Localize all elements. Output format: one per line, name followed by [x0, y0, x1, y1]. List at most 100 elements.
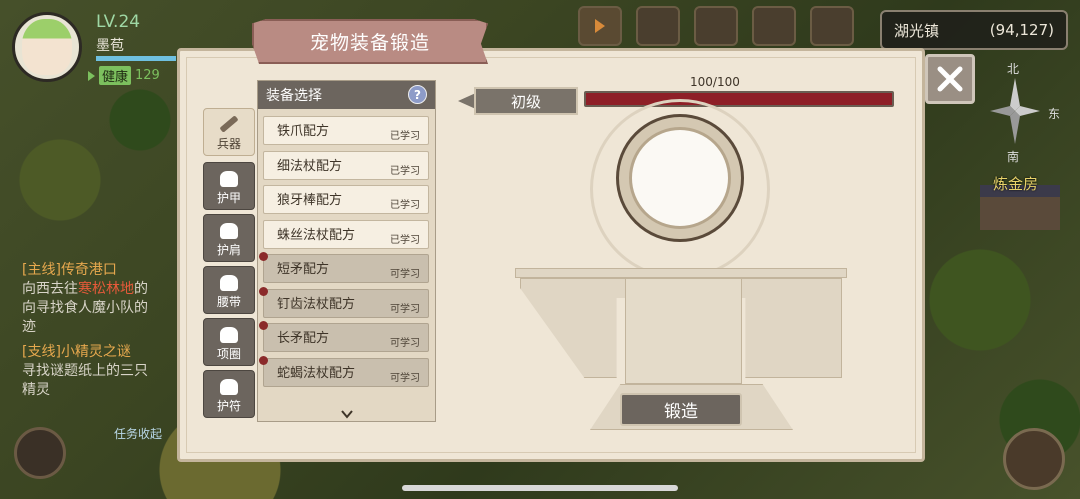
tab-armor-label: 护甲: [216, 191, 241, 205]
forge-slot[interactable]: [629, 127, 731, 229]
progress-text: 100/100: [690, 75, 740, 89]
tab-belt[interactable]: 腰带: [203, 266, 255, 314]
combat-menu-button[interactable]: [694, 6, 738, 46]
new-dot-icon: [259, 321, 268, 330]
skill-menu-button[interactable]: [752, 6, 796, 46]
new-dot-icon: [259, 355, 268, 365]
menu-toggle-button[interactable]: [578, 6, 622, 46]
recipe-status: 可学习: [390, 269, 420, 280]
weapon-icon: [219, 115, 239, 133]
home-indicator: [402, 485, 678, 491]
belt-icon: [220, 275, 238, 291]
recipe-item[interactable]: 蛛丝法杖配方 已学习: [263, 219, 429, 249]
recipe-status: 可学习: [390, 303, 420, 315]
recipe-list-panel[interactable]: 装备选择 ? 铁爪配方 已学习 细法杖配方 已学习 狼牙棒配方 已学习 蛛丝法杖配方 已学习短…: [257, 80, 436, 422]
tab-amulet-label: 护符: [216, 399, 241, 413]
tab-weapon[interactable]: 兵器: [203, 108, 255, 156]
anvil-top: [515, 268, 847, 278]
side-quest-desc-line2: 精灵: [22, 382, 50, 398]
recipe-name: 长矛配方: [277, 331, 330, 346]
main-quest-tag: [主线]: [22, 262, 61, 278]
player-avatar[interactable]: [12, 12, 82, 82]
shop-menu-button[interactable]: [810, 6, 854, 46]
tab-amulet[interactable]: 护符: [203, 370, 255, 418]
armor-icon: [220, 171, 238, 187]
play-arrow-icon: [595, 19, 605, 33]
tab-armor[interactable]: 护甲: [203, 162, 255, 210]
tab-shoulder[interactable]: 护肩: [203, 214, 255, 262]
new-dot-icon: [259, 286, 268, 296]
quest-collapse-button[interactable]: 任务收起: [114, 425, 162, 442]
recipe-item[interactable]: 长矛配方 可学习: [259, 321, 429, 352]
recipe-status: 已学习: [390, 200, 420, 211]
help-icon[interactable]: ?: [408, 85, 427, 104]
main-quest-desc-line3: 迹: [22, 319, 36, 335]
progress-fill: [586, 93, 892, 105]
player-name: 墨苞: [96, 38, 124, 54]
forge-button[interactable]: 锻造: [620, 393, 742, 426]
recipe-list-header: 装备选择 ?: [258, 81, 435, 109]
anvil-stem: [625, 278, 742, 384]
location-name: 湖光镇: [894, 21, 940, 40]
recipe-name: 钉齿法杖配方: [277, 296, 356, 312]
amulet-icon: [220, 379, 238, 395]
compass: 北 东 南: [980, 60, 1060, 180]
quest-tracker[interactable]: [主线]传奇港口 向西去往寒松林地的 向寻找食人魔小队的 迹 [支线]小精灵之谜…: [22, 261, 182, 400]
tab-weapon-label: 兵器: [216, 137, 241, 151]
recipe-name: 细法杖配方: [277, 158, 343, 174]
top-menu-bar: [578, 6, 878, 46]
compass-north: 北: [1007, 62, 1020, 76]
recipe-name: 蛇蝎法杖配方: [277, 365, 356, 381]
location-display[interactable]: 湖光镇 (94,127): [880, 10, 1068, 50]
main-quest-title: 传奇港口: [60, 262, 117, 278]
chevron-down-icon[interactable]: [340, 407, 354, 421]
player-level: LV.24: [96, 12, 141, 32]
close-button[interactable]: [925, 54, 975, 104]
recipe-status: 可学习: [390, 338, 420, 349]
book-menu-button[interactable]: [636, 6, 680, 46]
health-row: 健康 129: [88, 66, 160, 85]
hp-bar: [96, 56, 176, 61]
hp-value: 129: [135, 68, 160, 83]
recipe-status: 已学习: [390, 234, 420, 246]
recipe-item[interactable]: 狼牙棒配方 已学习: [263, 185, 429, 214]
recipe-list-title: 装备选择: [266, 88, 322, 104]
main-quest-title-line[interactable]: [主线]传奇港口: [22, 261, 182, 280]
side-quest-title: 小精灵之谜: [60, 344, 131, 360]
tab-shoulder-label: 护肩: [216, 243, 241, 257]
recipe-item[interactable]: 短矛配方 可学习: [259, 252, 429, 283]
recipe-item[interactable]: 蛇蝎法杖配方 可学习: [259, 355, 429, 387]
home-town-button[interactable]: [1003, 428, 1065, 490]
health-status-badge: 健康: [99, 66, 132, 85]
tab-collar[interactable]: 项圈: [203, 318, 255, 366]
quest-scroll-button[interactable]: [14, 427, 66, 479]
recipe-item[interactable]: 细法杖配方 已学习: [263, 150, 429, 180]
grade-label: 初级: [474, 87, 578, 115]
compass-east: 东: [1048, 107, 1061, 121]
avatar-portrait: [22, 19, 72, 75]
compass-south: 南: [1007, 150, 1020, 164]
close-icon: [937, 66, 963, 92]
recipe-name: 短矛配方: [277, 262, 330, 277]
main-quest-desc-text: 向西去往: [22, 281, 78, 297]
new-dot-icon: [259, 252, 268, 261]
main-quest-desc: 向西去往寒松林地的: [22, 280, 182, 299]
shoulder-icon: [220, 223, 238, 239]
compass-rose-icon: [990, 78, 1040, 144]
recipe-item[interactable]: 钉齿法杖配方 可学习: [259, 286, 429, 318]
side-quest-desc-line1: 寻找谜题纸上的三只: [22, 363, 148, 379]
recipe-name: 狼牙棒配方: [277, 193, 343, 208]
recipe-name: 蛛丝法杖配方: [277, 227, 356, 243]
side-quest-title-line[interactable]: [支线]小精灵之谜: [22, 343, 182, 362]
location-coords: (94,127): [989, 21, 1054, 39]
main-quest-location: 寒松林地: [78, 281, 134, 297]
play-icon: [88, 70, 95, 81]
side-quest-tag: [支线]: [22, 344, 61, 360]
recipe-name: 铁爪配方: [277, 124, 330, 139]
collar-icon: [220, 327, 238, 343]
recipe-status: 已学习: [390, 131, 420, 142]
recipe-item[interactable]: 铁爪配方 已学习: [263, 116, 429, 145]
tab-collar-label: 项圈: [216, 347, 241, 361]
recipe-status: 已学习: [390, 165, 420, 177]
dialog-title: 宠物装备锻造: [252, 19, 488, 64]
